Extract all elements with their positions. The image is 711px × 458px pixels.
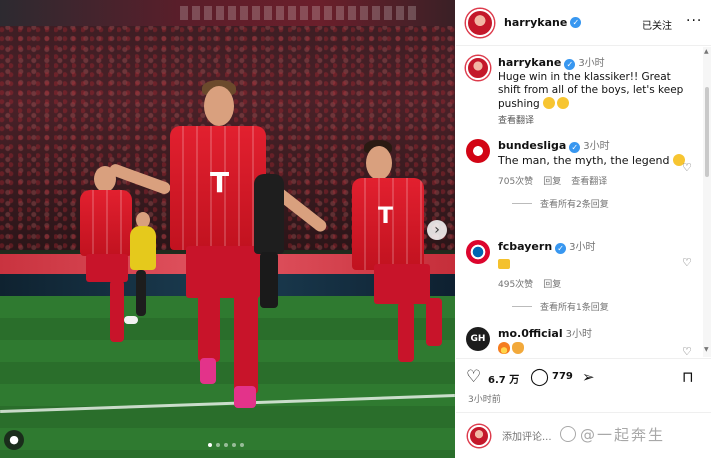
verified-badge-icon: ✓ <box>570 17 582 28</box>
comment-like-heart-icon[interactable]: ♡ <box>682 345 692 357</box>
shirt-logo: T <box>210 166 230 199</box>
posted-time[interactable]: 3小时前 <box>468 392 501 405</box>
view-replies-label: 查看所有1条回复 <box>540 303 609 313</box>
carousel-next-button[interactable]: › <box>427 220 447 240</box>
caption-text: Huge win in the klassiker!! Great shift … <box>498 71 684 110</box>
post-image[interactable]: T T › ● <box>0 0 455 458</box>
comment-text: The man, the myth, the legend <box>498 154 670 167</box>
view-replies-label: 查看所有2条回复 <box>540 200 609 210</box>
comment-username[interactable]: fcbayern <box>498 240 552 253</box>
verified-badge-icon: ✓ <box>555 243 567 254</box>
post-side-panel: harrykane ✓ 已关注 ··· harrykane ✓ 3小时 Huge w… <box>456 0 711 458</box>
reply-button[interactable]: 回复 <box>543 174 561 187</box>
verified-badge-icon: ✓ <box>564 59 576 70</box>
player-dark <box>248 172 288 312</box>
save-bookmark-icon[interactable]: ⊓ <box>682 368 694 386</box>
comment-bubble-icon[interactable]: ◯ <box>530 368 549 386</box>
comment-time[interactable]: 3小时 <box>583 141 609 152</box>
watermark-text: @一起奔生 <box>580 426 666 444</box>
comments-scrollbar[interactable] <box>703 47 711 357</box>
header-username[interactable]: harrykane <box>504 16 567 29</box>
avatar[interactable] <box>466 56 490 80</box>
clap-emoji-icon <box>512 342 524 354</box>
like-heart-icon[interactable]: ♡ <box>466 368 481 386</box>
fire-emoji-icon <box>498 342 510 354</box>
comment-likes[interactable]: 495次赞 <box>498 277 533 290</box>
comment-like-heart-icon[interactable]: ♡ <box>682 161 692 174</box>
avatar[interactable]: GH <box>466 327 490 351</box>
watermark-logo-icon <box>560 426 576 442</box>
post-header: harrykane ✓ 已关注 ··· <box>456 0 711 46</box>
comments-list[interactable]: harrykane ✓ 3小时 Huge win in the klassiker!… <box>456 47 703 357</box>
reply-button[interactable]: 回复 <box>543 277 561 290</box>
stadium-banner <box>0 0 455 26</box>
avatar[interactable] <box>466 240 490 264</box>
scroll-up-arrow-icon[interactable]: ▲ <box>704 48 709 55</box>
comment-likes[interactable]: 705次赞 <box>498 174 533 187</box>
caption-username[interactable]: harrykane <box>498 56 561 69</box>
crown-emoji-icon <box>498 259 510 269</box>
caption-translate-link[interactable]: 查看翻译 <box>498 113 693 126</box>
scroll-down-arrow-icon[interactable]: ▼ <box>704 346 709 353</box>
screaming-face-emoji-icon <box>543 97 556 109</box>
player-center: T <box>107 80 330 420</box>
caption-time[interactable]: 3小时 <box>578 58 604 69</box>
comment-username[interactable]: mo.0fficial <box>498 327 563 340</box>
add-comment-bar: @一起奔生 <box>456 412 711 458</box>
view-replies-link[interactable]: 查看所有1条回复 <box>512 300 693 313</box>
screaming-face-emoji-icon <box>557 97 570 109</box>
avatar[interactable] <box>466 8 494 37</box>
comment-username[interactable]: bundesliga <box>498 139 566 152</box>
comments-count[interactable]: 779 <box>552 371 573 382</box>
post-actions: ♡ 6.7 万 ◯ 779 ➢ ⊓ <box>456 358 711 392</box>
comment-time[interactable]: 3小时 <box>566 329 592 340</box>
share-send-icon[interactable]: ➢ <box>582 368 595 386</box>
comment-like-heart-icon[interactable]: ♡ <box>682 256 692 269</box>
comment-time[interactable]: 3小时 <box>569 242 595 253</box>
likes-count[interactable]: 6.7 万 <box>488 371 519 386</box>
carousel-dots <box>208 443 244 447</box>
shirt-logo-right: T <box>378 204 394 229</box>
watermark: @一起奔生 <box>560 424 665 445</box>
translate-link[interactable]: 查看翻译 <box>571 174 607 187</box>
more-options-icon[interactable]: ··· <box>686 13 702 29</box>
avatar <box>468 425 490 447</box>
tagged-users-icon[interactable]: ● <box>4 430 24 450</box>
avatar[interactable] <box>466 139 490 163</box>
view-replies-link[interactable]: 查看所有2条回复 <box>512 197 693 210</box>
verified-badge-icon: ✓ <box>569 142 581 153</box>
player-right: T <box>346 140 446 380</box>
follow-state-button[interactable]: 已关注 <box>642 17 672 32</box>
